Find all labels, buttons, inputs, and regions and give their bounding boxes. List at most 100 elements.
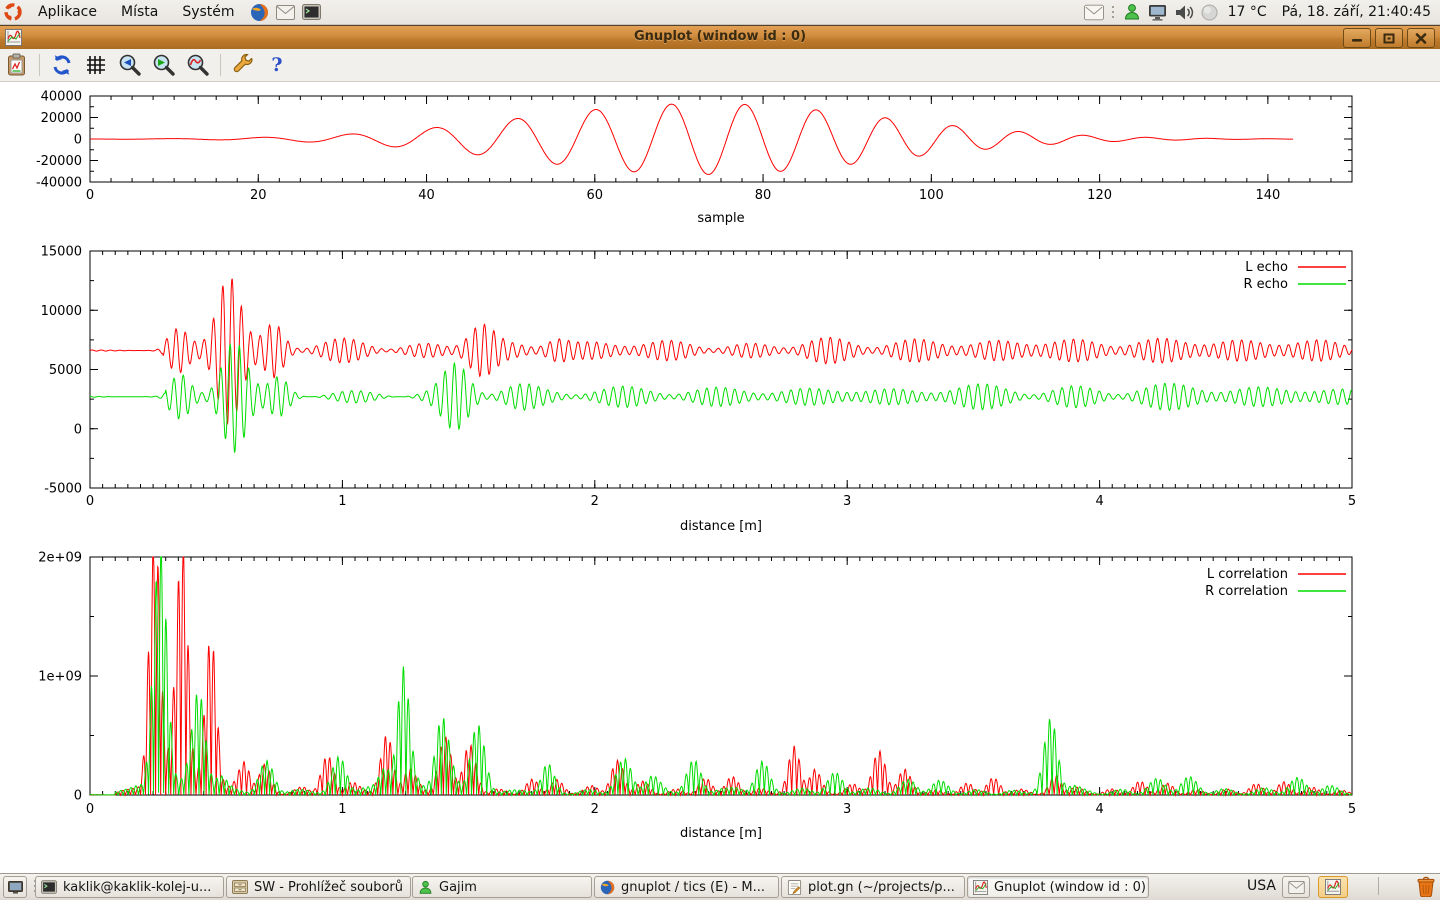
wrench-icon [231,53,255,77]
person-icon [418,880,433,895]
x-tick-label: 0 [86,802,94,817]
terminal-icon [41,880,57,894]
gnuplot-toolbar: ? [0,49,1440,82]
clock[interactable]: Pá, 18. září, 21:40:45 [1282,4,1431,20]
weather-icon[interactable] [1200,2,1220,22]
task-file-manager[interactable]: SW - Prohlížeč souborů [226,876,411,898]
task-gnuplot[interactable]: Gnuplot (window id : 0) [967,876,1149,898]
mail-icon [276,5,295,20]
gnuplot-icon [1325,879,1341,895]
y-tick-label: -20000 [36,154,82,169]
ubuntu-logo-icon [4,3,22,21]
show-desktop-icon [8,881,23,894]
maximize-button[interactable] [1375,28,1403,48]
y-tick-label: -5000 [44,482,82,497]
file-manager-icon [232,880,248,894]
series-l-correlation [90,557,1352,795]
mail-launcher[interactable] [276,2,296,22]
person-icon [1123,3,1141,21]
gnuplot-tray-button[interactable] [1318,876,1348,898]
zoom-next-button[interactable] [149,51,179,79]
task-label: Gajim [439,880,477,895]
minimize-button[interactable] [1343,28,1371,48]
display-settings-icon[interactable] [1148,2,1168,22]
zoom-previous-icon [118,53,142,77]
firefox-icon [250,3,269,22]
mail-notification-icon[interactable] [1084,2,1104,22]
y-tick-label: 15000 [41,245,82,260]
autoscale-button[interactable] [183,51,213,79]
volume-icon [1174,4,1194,21]
x-tick-label: 2 [591,802,599,817]
chart-echo[interactable]: 012345-5000050001000015000distance [m]L … [41,245,1357,535]
replot-button[interactable] [47,51,77,79]
chart-correlation[interactable]: 01234501e+092e+09distance [m]L correlati… [38,551,1356,842]
user-presence-icon[interactable] [1122,2,1142,22]
task-text-editor[interactable]: plot.gn (~/projects/p... [781,876,965,898]
legend-label: R echo [1243,277,1288,292]
menu-system[interactable]: Systém [170,0,246,24]
taskbar: kaklik@kaklik-kolej-u... SW - Prohlížeč … [0,873,1440,900]
maximize-icon [1383,33,1395,44]
grid-icon [85,54,107,76]
weather-icon [1201,4,1218,21]
temperature-label[interactable]: 17 °C [1228,4,1267,20]
x-tick-label: 120 [1087,188,1112,203]
gnuplot-plot-canvas[interactable]: 020406080100120140-40000-200000200004000… [0,82,1440,874]
task-label: plot.gn (~/projects/p... [808,880,955,895]
x-tick-label: 60 [587,188,604,203]
x-tick-label: 40 [418,188,435,203]
task-label: SW - Prohlížeč souborů [254,880,403,895]
task-label: Gnuplot (window id : 0) [994,880,1146,895]
keyboard-layout-indicator[interactable]: USA [1247,878,1276,894]
zoom-previous-button[interactable] [115,51,145,79]
firefox-launcher[interactable] [250,2,270,22]
copy-to-clipboard-button[interactable] [2,51,32,79]
configure-button[interactable] [228,51,258,79]
volume-icon[interactable] [1174,2,1194,22]
applet-handle[interactable] [1110,4,1116,20]
terminal-icon [302,4,321,20]
x-tick-label: 2 [591,494,599,509]
zoom-next-icon [152,53,176,77]
y-tick-label: 40000 [41,90,82,105]
menu-applications[interactable]: Aplikace [26,0,109,24]
legend-label: L correlation [1207,567,1288,582]
mail-icon [1084,4,1104,21]
help-button[interactable]: ? [262,51,292,79]
x-tick-label: 1 [338,494,346,509]
gnome-panel: Aplikace Místa Systém [0,0,1440,25]
close-icon [1415,33,1427,44]
mail-icon [1288,881,1305,894]
window-titlebar[interactable]: Gnuplot (window id : 0) [0,25,1440,50]
task-terminal[interactable]: kaklik@kaklik-kolej-u... [35,876,224,898]
x-tick-label: 0 [86,188,94,203]
trash-icon [1416,876,1436,897]
autoscale-icon [186,53,210,77]
y-tick-label: 0 [74,422,82,437]
refresh-icon [50,53,74,77]
mail-tray-button[interactable] [1282,876,1310,898]
trash-applet[interactable] [1416,876,1436,901]
x-axis-label: distance [m] [680,826,762,841]
toggle-grid-button[interactable] [81,51,111,79]
clipboard-icon [6,53,29,77]
terminal-launcher[interactable] [302,2,322,22]
firefox-icon [600,880,615,895]
legend-label: R correlation [1205,584,1288,599]
task-gajim[interactable]: Gajim [412,876,592,898]
series-r-correlation [90,557,1352,795]
menu-places[interactable]: Místa [109,0,170,24]
y-tick-label: 10000 [41,304,82,319]
y-tick-label: 0 [74,133,82,148]
x-tick-label: 1 [338,802,346,817]
task-label: kaklik@kaklik-kolej-u... [63,880,211,895]
chart-waveform[interactable]: 020406080100120140-40000-200000200004000… [36,90,1352,227]
x-tick-label: 140 [1255,188,1280,203]
ubuntu-logo-icon[interactable] [3,2,23,22]
close-button[interactable] [1407,28,1435,48]
task-firefox[interactable]: gnuplot / tics (E) - M... [594,876,779,898]
show-desktop-button[interactable] [3,876,27,898]
toolbar-separator [39,54,40,76]
x-tick-label: 80 [755,188,772,203]
